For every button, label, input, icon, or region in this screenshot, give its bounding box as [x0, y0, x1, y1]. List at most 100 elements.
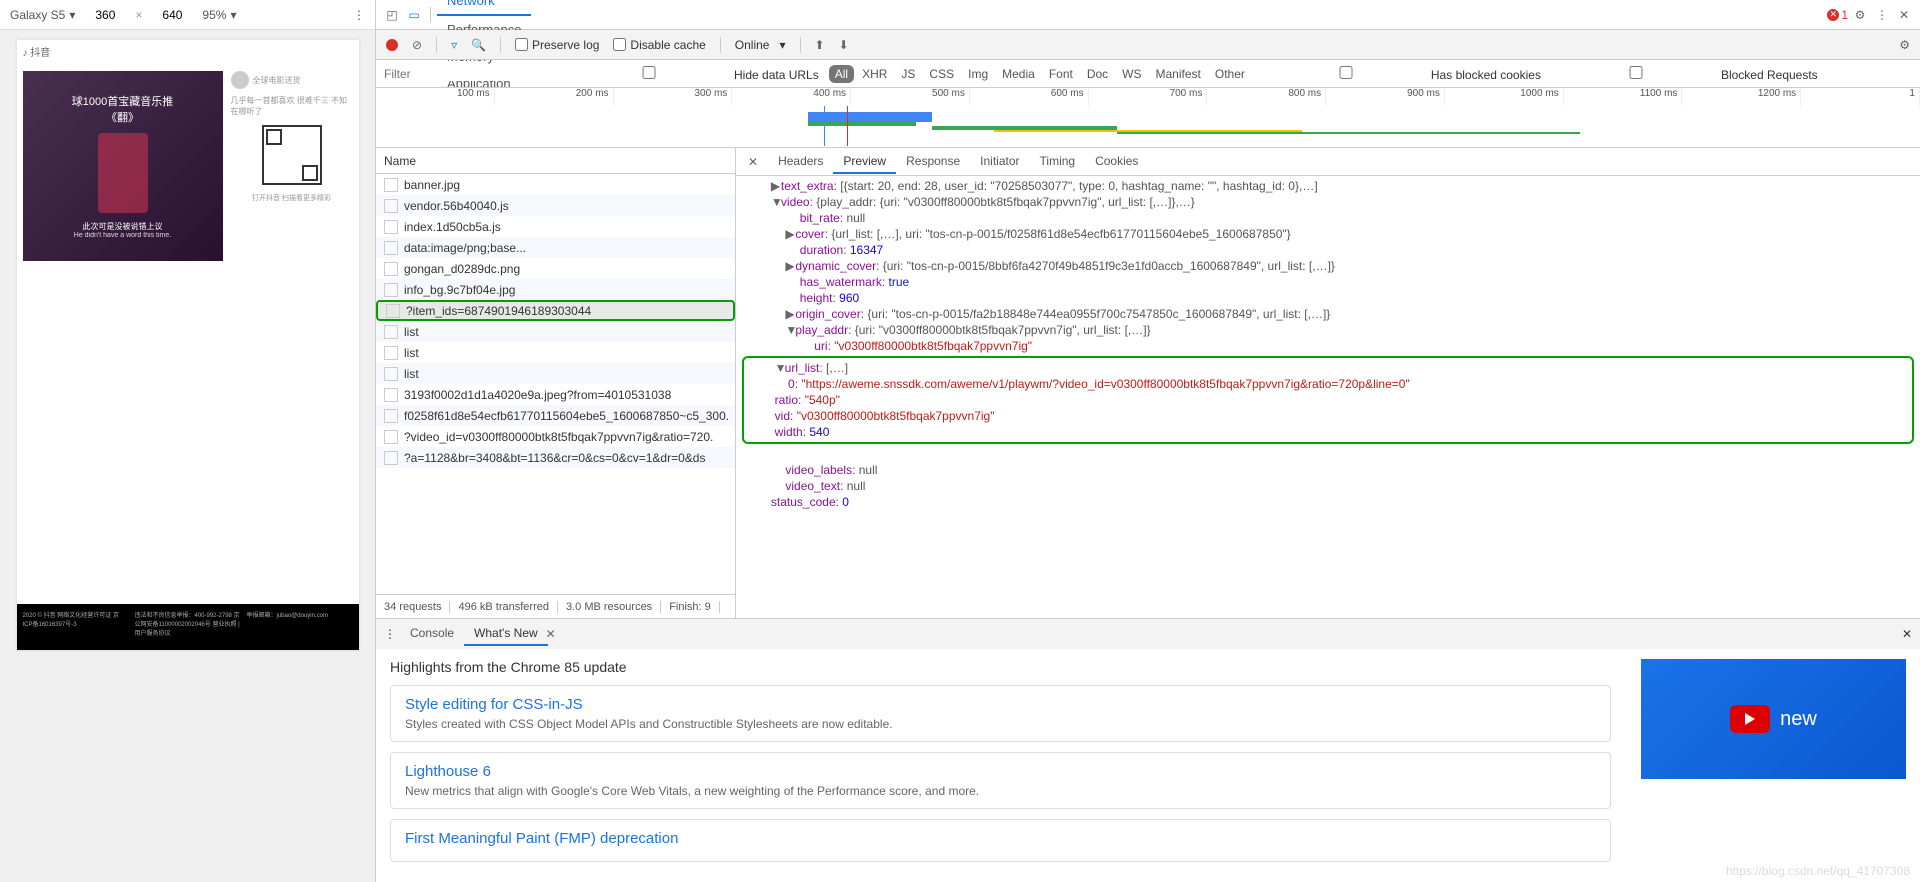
filter-all[interactable]: All — [829, 65, 854, 83]
timeline-tick: 800 ms — [1207, 88, 1326, 106]
filter-js[interactable]: JS — [895, 65, 921, 83]
author-text: 几乎每一首都喜欢 很难千三 不知在哪听了 — [231, 95, 353, 117]
file-icon — [384, 430, 398, 444]
network-settings-icon[interactable]: ⚙ — [1899, 38, 1910, 52]
filter-img[interactable]: Img — [962, 65, 994, 83]
upload-icon[interactable]: ⬆ — [815, 38, 825, 52]
filter-doc[interactable]: Doc — [1081, 65, 1114, 83]
video-title-2: 《翻》 — [106, 109, 139, 125]
inspect-icon[interactable]: ◰ — [382, 5, 402, 25]
preserve-log[interactable]: Preserve log — [515, 38, 599, 52]
detail-tab-cookies[interactable]: Cookies — [1085, 150, 1148, 174]
disable-cache[interactable]: Disable cache — [613, 38, 705, 52]
request-row[interactable]: gongan_d0289dc.png — [376, 258, 735, 279]
filter-xhr[interactable]: XHR — [856, 65, 893, 83]
timeline-tick: 100 ms — [376, 88, 495, 106]
request-row[interactable]: banner.jpg — [376, 174, 735, 195]
file-icon — [384, 178, 398, 192]
file-icon — [384, 262, 398, 276]
device-toolbar: Galaxy S5 ▾ × 95% ▾ ⋮ — [0, 0, 375, 30]
file-icon — [384, 388, 398, 402]
request-row[interactable]: data:image/png;base... — [376, 237, 735, 258]
close-detail-icon[interactable]: ✕ — [742, 155, 764, 169]
request-row[interactable]: ?item_ids=6874901946189303044 — [376, 300, 735, 321]
drawer-tab-what-s-new[interactable]: What's New — [464, 622, 548, 646]
zoom-select[interactable]: 95% ▾ — [202, 8, 236, 22]
promo-video[interactable]: new — [1641, 659, 1906, 779]
timeline-tick: 900 ms — [1326, 88, 1445, 106]
file-icon — [384, 199, 398, 213]
detail-tab-initiator[interactable]: Initiator — [970, 150, 1029, 174]
filter-icon[interactable]: ▿ — [451, 38, 457, 52]
request-detail: ✕ HeadersPreviewResponseInitiatorTimingC… — [736, 148, 1920, 618]
whatsnew-card[interactable]: Style editing for CSS-in-JS Styles create… — [390, 685, 1611, 742]
whatsnew-card[interactable]: First Meaningful Paint (FMP) deprecation — [390, 819, 1611, 862]
play-icon — [1730, 705, 1770, 733]
hide-data-urls[interactable]: Hide data URLs — [564, 66, 819, 82]
timeline-tick: 400 ms — [732, 88, 851, 106]
footer-col-a: 2020 © 抖音 网络文化经营许可证 京ICP备16016397号-3 — [23, 610, 129, 644]
filter-css[interactable]: CSS — [923, 65, 960, 83]
device-toggle-icon[interactable]: ▭ — [404, 5, 424, 25]
request-row[interactable]: f0258f61d8e54ecfb61770115604ebe5_1600687… — [376, 405, 735, 426]
height-input[interactable] — [152, 8, 192, 22]
drawer-more-icon[interactable]: ⋮ — [384, 627, 396, 641]
request-summary: 34 requests496 kB transferred3.0 MB reso… — [376, 594, 735, 618]
more-icon[interactable]: ⋮ — [353, 8, 365, 22]
devtools-tabs: ◰ ▭ ElementsConsoleSourcesNetworkPerform… — [376, 0, 1920, 30]
file-icon — [384, 283, 398, 297]
clear-icon[interactable]: ⊘ — [412, 38, 422, 52]
gear-icon[interactable]: ⚙ — [1850, 5, 1870, 25]
request-row[interactable]: list — [376, 342, 735, 363]
detail-tab-response[interactable]: Response — [896, 150, 970, 174]
request-row[interactable]: list — [376, 363, 735, 384]
timeline[interactable]: 100 ms200 ms300 ms400 ms500 ms600 ms700 … — [376, 88, 1920, 148]
blocked-requests[interactable]: Blocked Requests — [1551, 66, 1818, 82]
filter-input[interactable] — [384, 67, 554, 81]
filter-other[interactable]: Other — [1209, 65, 1251, 83]
drawer-tab-close-icon[interactable]: ✕ — [546, 627, 556, 641]
device-select[interactable]: Galaxy S5 ▾ — [10, 8, 75, 22]
video-title-1: 球1000首宝藏音乐推 — [72, 93, 173, 109]
record-button[interactable] — [386, 39, 398, 51]
width-input[interactable] — [85, 8, 125, 22]
download-icon[interactable]: ⬇ — [839, 38, 849, 52]
footer-col-c: 举报邮箱：jubao@douyin.com — [247, 610, 353, 644]
filter-font[interactable]: Font — [1043, 65, 1079, 83]
name-column-header[interactable]: Name — [376, 148, 735, 174]
subtitle-en: He didn't have a word this time. — [74, 232, 171, 239]
more-vert-icon[interactable]: ⋮ — [1872, 5, 1892, 25]
whatsnew-card[interactable]: Lighthouse 6New metrics that align with … — [390, 752, 1611, 809]
card-desc: Styles created with CSS Object Model API… — [405, 717, 1596, 731]
dim-separator: × — [135, 8, 142, 22]
filter-ws[interactable]: WS — [1116, 65, 1147, 83]
request-row[interactable]: info_bg.9c7bf04e.jpg — [376, 279, 735, 300]
tab-network[interactable]: Network — [437, 0, 531, 16]
request-row[interactable]: ?video_id=v0300ff80000btk8t5fbqak7ppvvn7… — [376, 426, 735, 447]
close-devtools-icon[interactable]: ✕ — [1894, 5, 1914, 25]
drawer-tab-console[interactable]: Console — [400, 622, 464, 646]
error-count[interactable]: ✕1 — [1827, 8, 1848, 22]
detail-tab-preview[interactable]: Preview — [833, 150, 896, 174]
card-title: First Meaningful Paint (FMP) deprecation — [405, 830, 1596, 847]
drawer-close-icon[interactable]: ✕ — [1902, 627, 1912, 641]
request-row[interactable]: ?a=1128&br=3408&bt=1136&cr=0&cs=0&cv=1&d… — [376, 447, 735, 468]
request-row[interactable]: vendor.56b40040.js — [376, 195, 735, 216]
card-title: Style editing for CSS-in-JS — [405, 696, 1596, 713]
request-row[interactable]: list — [376, 321, 735, 342]
request-row[interactable]: 3193f0002d1d1a4020e9a.jpeg?from=40105310… — [376, 384, 735, 405]
json-preview[interactable]: ▶text_extra: [{start: 20, end: 28, user_… — [736, 176, 1920, 618]
detail-tab-timing[interactable]: Timing — [1030, 150, 1086, 174]
timeline-tick: 700 ms — [1089, 88, 1208, 106]
author-name: 全球电影送货 — [253, 75, 301, 86]
filter-manifest[interactable]: Manifest — [1150, 65, 1207, 83]
request-row[interactable]: index.1d50cb5a.js — [376, 216, 735, 237]
search-icon[interactable]: 🔍 — [471, 38, 486, 52]
avatar — [231, 71, 249, 89]
throttle-select[interactable]: Online ▾ — [735, 38, 786, 52]
drawer-heading: Highlights from the Chrome 85 update — [390, 659, 1611, 675]
has-blocked-cookies[interactable]: Has blocked cookies — [1261, 66, 1541, 82]
filter-media[interactable]: Media — [996, 65, 1041, 83]
file-icon — [384, 451, 398, 465]
detail-tab-headers[interactable]: Headers — [768, 150, 833, 174]
